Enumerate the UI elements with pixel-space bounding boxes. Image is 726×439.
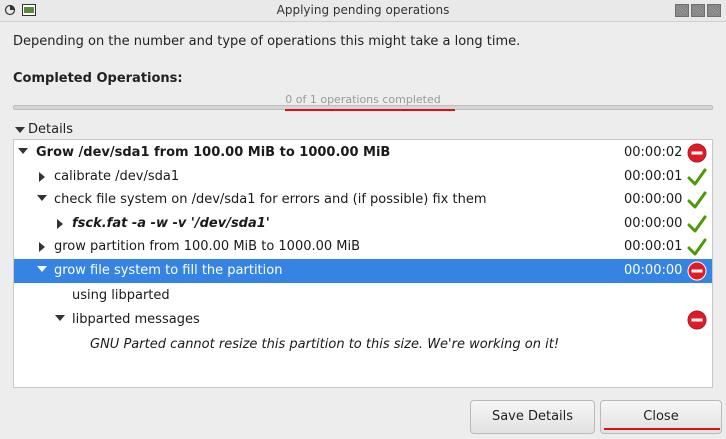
row-label: libparted messages: [72, 312, 200, 327]
minimize-button[interactable]: [675, 4, 689, 17]
row-label: check file system on /dev/sda1 for error…: [54, 192, 487, 207]
tree-row-using-libparted[interactable]: using libparted: [14, 284, 712, 308]
progress-text: 0 of 1 operations completed: [285, 93, 441, 106]
completed-operations-label: Completed Operations:: [13, 71, 183, 86]
success-check-icon: [687, 215, 707, 233]
error-icon: [687, 261, 707, 281]
operations-progress-bar: 0 of 1 operations completed: [13, 93, 713, 113]
window-close-button[interactable]: [707, 4, 721, 17]
window-title: Applying pending operations: [276, 3, 450, 17]
row-label: calibrate /dev/sda1: [54, 169, 180, 184]
tree-row-grow-sda1[interactable]: Grow /dev/sda1 from 100.00 MiB to 1000.0…: [14, 141, 712, 165]
tree-row-parted-error-message[interactable]: GNU Parted cannot resize this partition …: [14, 333, 712, 357]
details-expander[interactable]: Details: [15, 122, 73, 137]
row-label: fsck.fat -a -w -v '/dev/sda1': [72, 216, 270, 231]
success-check-icon: [687, 238, 707, 256]
row-label: GNU Parted cannot resize this partition …: [90, 337, 560, 352]
operations-tree[interactable]: Grow /dev/sda1 from 100.00 MiB to 1000.0…: [13, 139, 713, 388]
expander-down-icon[interactable]: [37, 195, 47, 201]
expander-down-icon[interactable]: [37, 266, 47, 272]
row-label: grow partition from 100.00 MiB to 1000.0…: [54, 239, 361, 254]
error-icon: [687, 310, 707, 330]
description-text: Depending on the number and type of oper…: [13, 34, 521, 49]
annotation-underline: [285, 109, 455, 111]
tree-row-grow-fs[interactable]: grow file system to fill the partition 0…: [14, 259, 712, 283]
expander-down-icon: [15, 126, 25, 133]
row-label: Grow /dev/sda1 from 100.00 MiB to 1000.0…: [36, 145, 391, 160]
row-time: 00:00:00: [624, 216, 683, 231]
expander-down-icon[interactable]: [55, 315, 65, 321]
expander-down-icon[interactable]: [18, 148, 28, 154]
save-details-button[interactable]: Save Details: [470, 400, 595, 434]
expander-right-icon[interactable]: [39, 242, 45, 252]
success-check-icon: [687, 168, 707, 186]
success-check-icon: [687, 191, 707, 209]
row-label: grow file system to fill the partition: [54, 263, 283, 278]
expander-right-icon[interactable]: [57, 219, 63, 229]
row-time: 00:00:00: [624, 192, 683, 207]
annotation-underline: [604, 428, 720, 430]
row-time: 00:00:01: [624, 169, 683, 184]
window-titlebar: Applying pending operations: [0, 0, 726, 22]
tree-row-libparted-messages[interactable]: libparted messages: [14, 308, 712, 332]
row-time: 00:00:01: [624, 239, 683, 254]
row-time: 00:00:00: [624, 263, 683, 278]
tree-row-fsck-command[interactable]: fsck.fat -a -w -v '/dev/sda1' 00:00:00: [14, 212, 712, 236]
row-label: using libparted: [72, 288, 170, 303]
details-label: Details: [28, 122, 74, 137]
row-time: 00:00:02: [624, 145, 683, 160]
maximize-button[interactable]: [691, 4, 705, 17]
tree-row-calibrate[interactable]: calibrate /dev/sda1 00:00:01: [14, 165, 712, 189]
error-icon: [687, 143, 707, 163]
expander-right-icon[interactable]: [39, 172, 45, 182]
tree-row-check-fs[interactable]: check file system on /dev/sda1 for error…: [14, 188, 712, 212]
tree-row-grow-partition[interactable]: grow partition from 100.00 MiB to 1000.0…: [14, 235, 712, 259]
